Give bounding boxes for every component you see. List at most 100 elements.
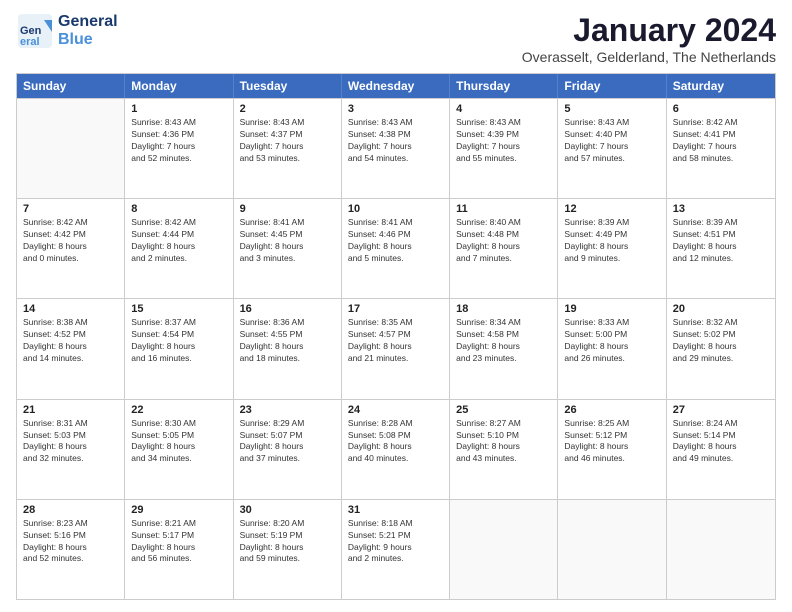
day-cell-6: 6 Sunrise: 8:42 AMSunset: 4:41 PMDaylight…	[667, 99, 775, 198]
day-cell-28: 28 Sunrise: 8:23 AMSunset: 5:16 PMDayligh…	[17, 500, 125, 599]
day-number: 24	[348, 404, 443, 416]
day-info: Sunrise: 8:43 AMSunset: 4:38 PMDaylight:…	[348, 117, 443, 165]
day-cell-8: 8 Sunrise: 8:42 AMSunset: 4:44 PMDaylight…	[125, 199, 233, 298]
day-cell-25: 25Sunrise: 8:27 AMSunset: 5:10 PMDayligh…	[450, 400, 558, 499]
logo-blue: Blue	[58, 31, 118, 49]
weekday-header-friday: Friday	[558, 74, 666, 98]
day-cell-10: 10 Sunrise: 8:41 AMSunset: 4:46 PMDayligh…	[342, 199, 450, 298]
day-info: Sunrise: 8:32 AMSunset: 5:02 PMDaylight:…	[673, 317, 769, 365]
day-info: Sunrise: 8:39 AMSunset: 4:51 PMDaylight:…	[673, 217, 769, 265]
day-info: Sunrise: 8:38 AMSunset: 4:52 PMDaylight:…	[23, 317, 118, 365]
day-cell-empty-4-5	[558, 500, 666, 599]
day-cell-9: 9 Sunrise: 8:41 AMSunset: 4:45 PMDaylight…	[234, 199, 342, 298]
day-number: 5	[564, 103, 659, 115]
day-number: 11	[456, 203, 551, 215]
day-info: Sunrise: 8:23 AMSunset: 5:16 PMDaylight:…	[23, 518, 118, 566]
day-cell-31: 31Sunrise: 8:18 AMSunset: 5:21 PMDayligh…	[342, 500, 450, 599]
calendar-row-5: 28 Sunrise: 8:23 AMSunset: 5:16 PMDayligh…	[17, 499, 775, 599]
day-number: 18	[456, 303, 551, 315]
day-info: Sunrise: 8:42 AMSunset: 4:44 PMDaylight:…	[131, 217, 226, 265]
day-cell-2: 2Sunrise: 8:43 AMSunset: 4:37 PMDaylight…	[234, 99, 342, 198]
calendar-row-2: 7Sunrise: 8:42 AMSunset: 4:42 PMDaylight…	[17, 198, 775, 298]
weekday-header-wednesday: Wednesday	[342, 74, 450, 98]
day-number: 15	[131, 303, 226, 315]
day-number: 21	[23, 404, 118, 416]
day-number: 1	[131, 103, 226, 115]
day-number: 4	[456, 103, 551, 115]
day-cell-14: 14 Sunrise: 8:38 AMSunset: 4:52 PMDayligh…	[17, 299, 125, 398]
weekday-header-thursday: Thursday	[450, 74, 558, 98]
day-cell-13: 13 Sunrise: 8:39 AMSunset: 4:51 PMDayligh…	[667, 199, 775, 298]
calendar-row-3: 14 Sunrise: 8:38 AMSunset: 4:52 PMDayligh…	[17, 298, 775, 398]
day-number: 20	[673, 303, 769, 315]
day-cell-24: 24Sunrise: 8:28 AMSunset: 5:08 PMDayligh…	[342, 400, 450, 499]
day-cell-1: 1 Sunrise: 8:43 AMSunset: 4:36 PMDaylight…	[125, 99, 233, 198]
day-cell-12: 12 Sunrise: 8:39 AMSunset: 4:49 PMDayligh…	[558, 199, 666, 298]
weekday-header-tuesday: Tuesday	[234, 74, 342, 98]
day-cell-22: 22Sunrise: 8:30 AMSunset: 5:05 PMDayligh…	[125, 400, 233, 499]
day-info: Sunrise: 8:25 AMSunset: 5:12 PMDaylight:…	[564, 418, 659, 466]
day-number: 10	[348, 203, 443, 215]
day-info: Sunrise: 8:34 AMSunset: 4:58 PMDaylight:…	[456, 317, 551, 365]
month-title: January 2024	[522, 12, 776, 49]
day-info: Sunrise: 8:43 AMSunset: 4:36 PMDaylight:…	[131, 117, 226, 165]
logo: Gen eral General Blue	[16, 12, 118, 50]
location-subtitle: Overasselt, Gelderland, The Netherlands	[522, 49, 776, 65]
day-info: Sunrise: 8:30 AMSunset: 5:05 PMDaylight:…	[131, 418, 226, 466]
day-info: Sunrise: 8:41 AMSunset: 4:45 PMDaylight:…	[240, 217, 335, 265]
day-number: 13	[673, 203, 769, 215]
day-number: 12	[564, 203, 659, 215]
weekday-header-saturday: Saturday	[667, 74, 775, 98]
day-number: 17	[348, 303, 443, 315]
day-info: Sunrise: 8:20 AMSunset: 5:19 PMDaylight:…	[240, 518, 335, 566]
day-cell-empty-0-0	[17, 99, 125, 198]
calendar-row-4: 21 Sunrise: 8:31 AMSunset: 5:03 PMDayligh…	[17, 399, 775, 499]
header: Gen eral General Blue January 2024 Overa…	[16, 12, 776, 65]
day-cell-19: 19Sunrise: 8:33 AMSunset: 5:00 PMDayligh…	[558, 299, 666, 398]
day-number: 29	[131, 504, 226, 516]
day-number: 31	[348, 504, 443, 516]
page: Gen eral General Blue January 2024 Overa…	[0, 0, 792, 612]
day-number: 27	[673, 404, 769, 416]
calendar-body: 1 Sunrise: 8:43 AMSunset: 4:36 PMDaylight…	[17, 98, 775, 599]
day-info: Sunrise: 8:42 AMSunset: 4:41 PMDaylight:…	[673, 117, 769, 165]
day-cell-30: 30Sunrise: 8:20 AMSunset: 5:19 PMDayligh…	[234, 500, 342, 599]
title-block: January 2024 Overasselt, Gelderland, The…	[522, 12, 776, 65]
day-cell-3: 3 Sunrise: 8:43 AMSunset: 4:38 PMDaylight…	[342, 99, 450, 198]
day-number: 26	[564, 404, 659, 416]
day-cell-empty-4-6	[667, 500, 775, 599]
day-number: 7	[23, 203, 118, 215]
day-info: Sunrise: 8:31 AMSunset: 5:03 PMDaylight:…	[23, 418, 118, 466]
day-cell-5: 5 Sunrise: 8:43 AMSunset: 4:40 PMDaylight…	[558, 99, 666, 198]
day-cell-empty-4-4	[450, 500, 558, 599]
day-info: Sunrise: 8:41 AMSunset: 4:46 PMDaylight:…	[348, 217, 443, 265]
day-cell-29: 29 Sunrise: 8:21 AMSunset: 5:17 PMDayligh…	[125, 500, 233, 599]
day-number: 14	[23, 303, 118, 315]
day-info: Sunrise: 8:39 AMSunset: 4:49 PMDaylight:…	[564, 217, 659, 265]
day-cell-27: 27Sunrise: 8:24 AMSunset: 5:14 PMDayligh…	[667, 400, 775, 499]
svg-text:eral: eral	[20, 36, 40, 48]
day-info: Sunrise: 8:35 AMSunset: 4:57 PMDaylight:…	[348, 317, 443, 365]
day-info: Sunrise: 8:43 AMSunset: 4:39 PMDaylight:…	[456, 117, 551, 165]
logo-general: General	[58, 13, 118, 31]
day-info: Sunrise: 8:43 AMSunset: 4:40 PMDaylight:…	[564, 117, 659, 165]
day-info: Sunrise: 8:37 AMSunset: 4:54 PMDaylight:…	[131, 317, 226, 365]
day-number: 3	[348, 103, 443, 115]
day-number: 8	[131, 203, 226, 215]
day-number: 28	[23, 504, 118, 516]
weekday-header-sunday: Sunday	[17, 74, 125, 98]
day-info: Sunrise: 8:21 AMSunset: 5:17 PMDaylight:…	[131, 518, 226, 566]
calendar: SundayMondayTuesdayWednesdayThursdayFrid…	[16, 73, 776, 600]
day-info: Sunrise: 8:27 AMSunset: 5:10 PMDaylight:…	[456, 418, 551, 466]
day-cell-23: 23Sunrise: 8:29 AMSunset: 5:07 PMDayligh…	[234, 400, 342, 499]
day-number: 6	[673, 103, 769, 115]
day-number: 19	[564, 303, 659, 315]
day-info: Sunrise: 8:43 AMSunset: 4:37 PMDaylight:…	[240, 117, 335, 165]
day-info: Sunrise: 8:40 AMSunset: 4:48 PMDaylight:…	[456, 217, 551, 265]
day-number: 16	[240, 303, 335, 315]
day-cell-18: 18 Sunrise: 8:34 AMSunset: 4:58 PMDayligh…	[450, 299, 558, 398]
day-cell-11: 11 Sunrise: 8:40 AMSunset: 4:48 PMDayligh…	[450, 199, 558, 298]
logo-icon: Gen eral	[16, 12, 54, 50]
day-number: 9	[240, 203, 335, 215]
day-number: 23	[240, 404, 335, 416]
